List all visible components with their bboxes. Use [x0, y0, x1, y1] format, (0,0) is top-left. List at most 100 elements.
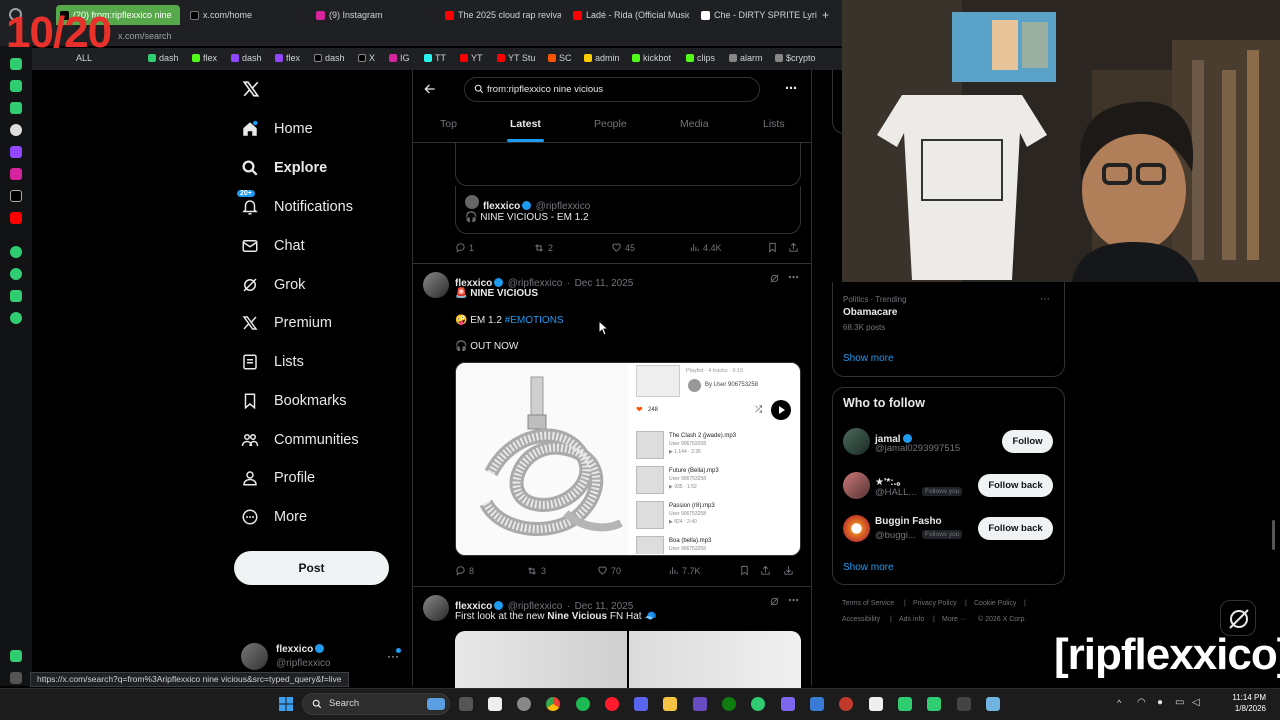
- bookmark-item[interactable]: IG: [389, 53, 410, 63]
- settings-icon[interactable]: [10, 312, 22, 324]
- avatar[interactable]: [423, 595, 449, 621]
- show-more-link[interactable]: Show more: [843, 562, 894, 573]
- views-button[interactable]: 7.7K: [668, 565, 701, 576]
- start-button[interactable]: [279, 697, 293, 711]
- nav-lists[interactable]: Lists: [240, 347, 304, 377]
- nav-chat[interactable]: Chat: [240, 231, 305, 261]
- bookmark-item[interactable]: dash: [231, 53, 262, 63]
- nav-explore[interactable]: Explore: [240, 153, 327, 183]
- quoted-post[interactable]: flexxico @ripflexxico 🎧 NINE VICIOUS - E…: [455, 186, 801, 234]
- hashtag-link[interactable]: #EMOTIONS: [505, 315, 564, 326]
- gx-icon[interactable]: [10, 650, 22, 662]
- x-icon[interactable]: [10, 190, 22, 202]
- bookmark-item[interactable]: clips: [686, 53, 715, 63]
- suggested-user-name[interactable]: Buggin Fasho: [875, 516, 942, 527]
- tab-x-home[interactable]: x.com/home: [186, 5, 306, 25]
- post-more-icon[interactable]: ⋯: [788, 594, 799, 607]
- tab-instagram[interactable]: (9) Instagram: [312, 5, 432, 25]
- extension-icon[interactable]: [10, 58, 22, 70]
- heart-icon[interactable]: ❤: [636, 405, 643, 414]
- bookmark-icon[interactable]: [739, 565, 750, 576]
- network-icon[interactable]: ▭: [1175, 697, 1184, 708]
- bookmark-item[interactable]: YT: [460, 53, 483, 63]
- taskbar-search[interactable]: Search: [302, 693, 450, 715]
- reply-button[interactable]: 8: [455, 565, 474, 576]
- tab-lists[interactable]: Lists: [763, 118, 785, 130]
- post-media[interactable]: [455, 631, 801, 688]
- task-view-icon[interactable]: [459, 697, 473, 711]
- app-icon[interactable]: [751, 697, 765, 711]
- chatgpt-icon[interactable]: [10, 124, 22, 136]
- wifi-icon[interactable]: ◠: [1137, 697, 1146, 708]
- nav-more[interactable]: More: [240, 502, 307, 532]
- history-icon[interactable]: [10, 246, 22, 258]
- app-icon[interactable]: [488, 697, 502, 711]
- like-button[interactable]: 70: [597, 565, 621, 576]
- bookmark-icon[interactable]: [767, 242, 778, 253]
- file-explorer-icon[interactable]: [663, 697, 677, 711]
- app-icon[interactable]: [810, 697, 824, 711]
- account-switcher[interactable]: flexxico @ripflexxico ···: [241, 641, 403, 675]
- clock-icon[interactable]: [10, 268, 22, 280]
- bookmark-item[interactable]: X: [358, 53, 375, 63]
- follow-button[interactable]: Follow: [1002, 430, 1053, 453]
- avatar[interactable]: [843, 472, 870, 499]
- shuffle-icon[interactable]: ⤮: [755, 404, 762, 415]
- follow-back-button[interactable]: Follow back: [978, 474, 1053, 497]
- more-icon[interactable]: [10, 672, 22, 684]
- suggested-user-name[interactable]: ★'*:.。: [875, 473, 906, 488]
- discord-icon[interactable]: [634, 697, 648, 711]
- nav-grok[interactable]: Grok: [240, 270, 305, 300]
- post-date[interactable]: Dec 11, 2025: [575, 278, 634, 289]
- like-button[interactable]: 45: [611, 242, 635, 253]
- post-more-icon[interactable]: ⋯: [788, 271, 799, 284]
- tab-people[interactable]: People: [594, 118, 627, 130]
- playlist-track[interactable]: Passion (r8).mp3 User 906753258 ▶ 824 · 2:…: [636, 501, 796, 531]
- tray-chevron-icon[interactable]: ^: [1117, 698, 1121, 708]
- repost-button[interactable]: 2: [533, 242, 553, 254]
- app-icon[interactable]: [693, 697, 707, 711]
- play-button[interactable]: [771, 400, 791, 420]
- app-icon[interactable]: [869, 697, 883, 711]
- bookmark-item[interactable]: $crypto: [775, 53, 816, 63]
- app-icon[interactable]: [839, 697, 853, 711]
- repost-button[interactable]: 3: [526, 565, 546, 577]
- bookmark-item[interactable]: YT Stu: [497, 53, 535, 63]
- tab-media[interactable]: Media: [680, 118, 709, 130]
- extension-icon[interactable]: [10, 80, 22, 92]
- share-icon[interactable]: [760, 565, 771, 576]
- grok-icon[interactable]: [769, 273, 780, 284]
- avatar[interactable]: [843, 428, 870, 455]
- download-icon[interactable]: [783, 565, 794, 576]
- bookmark-item[interactable]: flex: [275, 53, 300, 63]
- bookmark-item[interactable]: TT: [424, 53, 446, 63]
- notepad-icon[interactable]: [986, 697, 1000, 711]
- tab-youtube-2[interactable]: Ladé - Rida (Official Music: [569, 5, 689, 25]
- youtube-icon[interactable]: [10, 212, 22, 224]
- bookmark-item[interactable]: alarm: [729, 53, 763, 63]
- address-bar[interactable]: x.com/search: [0, 30, 842, 46]
- search-options-icon[interactable]: ⋯: [785, 81, 797, 95]
- search-input[interactable]: [464, 77, 760, 102]
- footer-link[interactable]: Terms of Service: [842, 600, 894, 607]
- share-icon[interactable]: [788, 242, 799, 253]
- post-button[interactable]: Post: [234, 551, 389, 585]
- clock[interactable]: 11:14 PM 1/8/2026: [1222, 692, 1266, 714]
- nav-home[interactable]: Home: [240, 114, 313, 144]
- reply-button[interactable]: 1: [455, 242, 474, 253]
- bookmark-item[interactable]: admin: [584, 53, 620, 63]
- playlist-track[interactable]: The Clash 2 (jwade).mp3 User 906753258 ▶ 1…: [636, 431, 796, 461]
- x-logo-icon[interactable]: [242, 80, 260, 98]
- tab-youtube-1[interactable]: The 2025 cloud rap reviva: [441, 5, 561, 25]
- nav-notifications[interactable]: 20+ Notifications: [236, 189, 353, 222]
- volume-icon[interactable]: ◁: [1192, 697, 1200, 708]
- footer-link[interactable]: Privacy Policy: [913, 600, 957, 607]
- new-tab-icon[interactable]: +: [822, 8, 829, 22]
- app-icon[interactable]: [957, 697, 971, 711]
- app-icon[interactable]: [898, 697, 912, 711]
- nav-premium[interactable]: Premium: [240, 308, 332, 338]
- chrome-icon[interactable]: [546, 697, 560, 711]
- tab-top[interactable]: Top: [440, 118, 457, 130]
- footer-link[interactable]: Ads info: [899, 616, 924, 623]
- playlist-track[interactable]: Boa (bella).mp3 User 906753258: [636, 536, 796, 554]
